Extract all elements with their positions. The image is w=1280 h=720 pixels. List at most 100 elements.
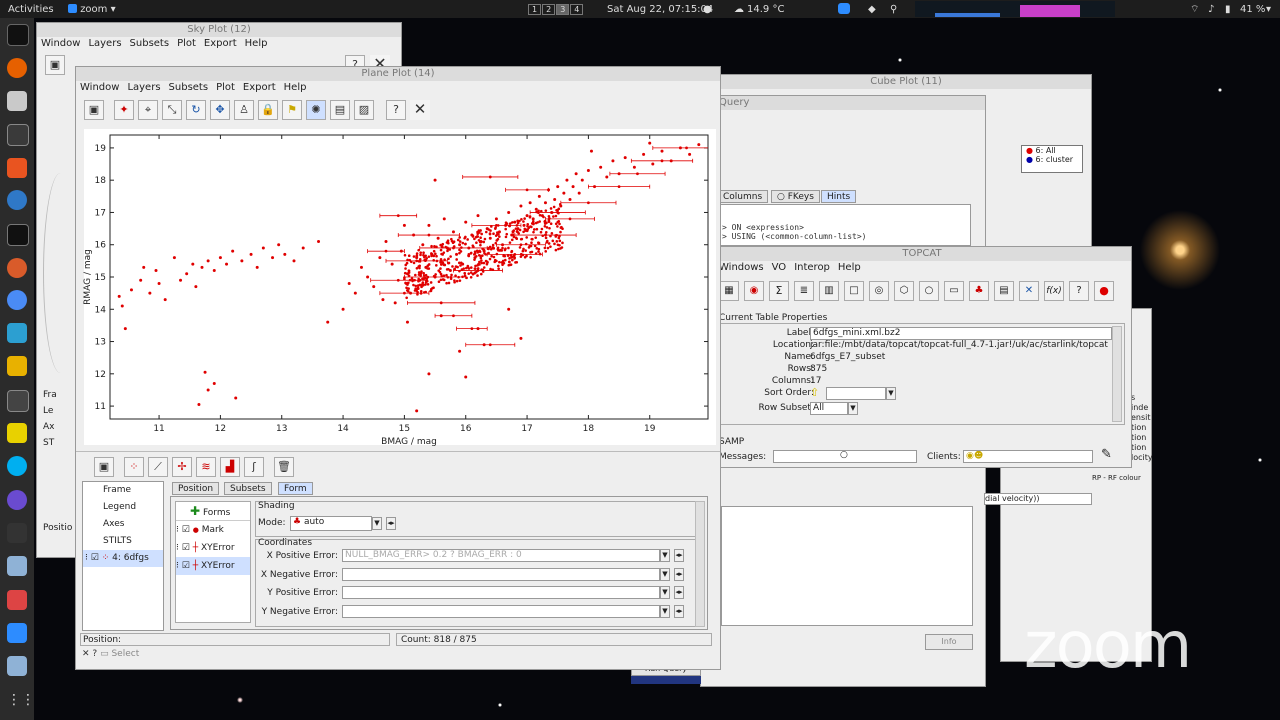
app-menu[interactable]: zoom ▾ (68, 4, 116, 15)
histogram-plot-icon[interactable]: ▥ (819, 281, 839, 301)
add-line-layer-icon[interactable]: ⟋ (148, 457, 168, 477)
sky-plot-icon[interactable]: ◎ (869, 281, 889, 301)
add-histogram-icon[interactable]: ▟ (220, 457, 240, 477)
java-icon[interactable] (7, 590, 27, 610)
network-icon[interactable] (7, 323, 27, 343)
crossmatch-icon[interactable]: ✕ (1019, 281, 1039, 301)
messages-field[interactable]: ○ (773, 450, 917, 463)
x-neg-dropdown-icon[interactable]: ▼ (660, 568, 670, 581)
select-label[interactable]: Select (111, 649, 139, 659)
menu-windows[interactable]: Windows (719, 261, 764, 275)
menu-interop[interactable]: Interop (794, 261, 830, 275)
stop-icon[interactable]: ● (1094, 281, 1114, 301)
axis-lock-icon[interactable]: ♙ (234, 100, 254, 120)
clients-field[interactable]: ◉☻ (963, 450, 1093, 463)
export-icon[interactable]: ▤ (330, 100, 350, 120)
wifi-icon[interactable]: ⌔ (1190, 3, 1199, 16)
mode-stepper-icon[interactable]: ◂▸ (386, 517, 396, 530)
sky-control-legend[interactable]: Le (43, 403, 73, 419)
control-layer-6dfgs[interactable]: ⁝ ☑ ⁘ 4: 6dfgs (83, 550, 163, 567)
plane-plot-icon[interactable]: □ (844, 281, 864, 301)
sphere-plot-icon[interactable]: ○ (919, 281, 939, 301)
sky-menu-layers[interactable]: Layers (88, 37, 121, 51)
sky-menu-export[interactable]: Export (204, 37, 237, 51)
clear-icon[interactable]: ✕ (82, 649, 90, 659)
text-app-icon[interactable] (7, 523, 27, 543)
sort-column-select[interactable] (826, 387, 886, 400)
terminal-app-icon[interactable] (7, 24, 29, 46)
form-checkbox-icon[interactable]: ☑ (182, 561, 190, 571)
tab-hints[interactable]: Hints (821, 190, 857, 203)
workspace-2[interactable]: 2 (542, 3, 556, 15)
forms-button[interactable]: ✚ Forms (176, 502, 250, 521)
lock-icon[interactable]: 🔒 (258, 100, 278, 120)
folder-icon[interactable] (7, 356, 27, 376)
workspace-4[interactable]: 4 (570, 3, 584, 15)
skype-icon[interactable] (7, 456, 27, 476)
form-layer-xyerror-2[interactable]: ⁝ ☑ ┼ XYError (176, 557, 250, 575)
form-checkbox-icon[interactable]: ☑ (182, 525, 190, 535)
sky-menu-plot[interactable]: Plot (177, 37, 196, 51)
navigate-icon[interactable]: ✥ (210, 100, 230, 120)
time-plot-icon[interactable]: ▭ (944, 281, 964, 301)
cube-plot-icon[interactable]: ⬡ (894, 281, 914, 301)
mode-dropdown-chevron-icon[interactable]: ▼ (372, 517, 382, 530)
close-icon[interactable]: ✕ (410, 100, 430, 120)
velocity-field[interactable]: dial velocity)) (984, 493, 1092, 505)
sky-control-frame[interactable]: Fra (43, 387, 73, 403)
splitter[interactable] (76, 451, 720, 452)
menu-layers[interactable]: Layers (127, 81, 160, 95)
writer-icon[interactable] (7, 656, 27, 676)
clock[interactable]: Sat Aug 22, 07:15:04 (607, 4, 713, 15)
add-area-layer-icon[interactable]: ≋ (196, 457, 216, 477)
workspace-1[interactable]: 1 (528, 3, 542, 15)
concat-icon[interactable]: ▤ (994, 281, 1014, 301)
column-info-icon[interactable]: ≣ (794, 281, 814, 301)
workspace-switcher[interactable]: 1 2 3 4 (528, 3, 584, 15)
zoom-tray-icon[interactable] (838, 3, 850, 14)
usb-icon[interactable]: ⚲ (890, 4, 897, 15)
match-icon[interactable]: ♣ (969, 281, 989, 301)
control-stilts[interactable]: STILTS (83, 533, 163, 550)
tab-columns[interactable]: Columns (717, 190, 769, 203)
layer-window-icon[interactable]: ▣ (94, 457, 114, 477)
space-icon[interactable] (7, 490, 27, 510)
window-icon[interactable]: ▣ (84, 100, 104, 120)
dropbox-icon[interactable]: ◆ (868, 4, 876, 15)
notes-icon[interactable] (7, 124, 29, 146)
app-grid-icon[interactable]: ⋮⋮ (7, 690, 35, 710)
sky-window-icon[interactable]: ▣ (45, 55, 65, 75)
software-center-icon[interactable] (7, 158, 27, 178)
rescale-icon[interactable]: ⌖ (138, 100, 158, 120)
tab-form[interactable]: Form (278, 482, 313, 495)
tab-position[interactable]: Position (172, 482, 220, 495)
drag-handle-icon[interactable]: ⁝ (176, 561, 179, 571)
mode-select[interactable]: ♣ auto (290, 516, 372, 531)
tab-subsets[interactable]: Subsets (224, 482, 272, 495)
menu-window[interactable]: Window (80, 81, 119, 95)
sky-control-stilts[interactable]: ST (43, 435, 73, 451)
sort-dropdown-chevron-icon[interactable]: ▼ (886, 387, 896, 400)
subset-dropdown-chevron-icon[interactable]: ▼ (848, 402, 858, 415)
form-scrollbar[interactable] (695, 501, 705, 627)
y-positive-error-field[interactable] (342, 586, 660, 599)
battery-text[interactable]: 41 % (1240, 4, 1265, 15)
add-mark-layer-icon[interactable]: ⁘ (124, 457, 144, 477)
chrome-icon[interactable] (7, 290, 27, 310)
y-pos-stepper-icon[interactable]: ◂▸ (674, 586, 684, 599)
console-icon[interactable] (7, 224, 29, 246)
subset-lock-icon[interactable]: ⚑ (282, 100, 302, 120)
menu-export[interactable]: Export (243, 81, 276, 95)
table-list-icon[interactable]: ▦ (719, 281, 739, 301)
resize-icon[interactable]: ⤡ (162, 100, 182, 120)
drag-handle-icon[interactable]: ⁝ (176, 543, 179, 553)
layer-checkbox-icon[interactable]: ☑ (91, 553, 99, 563)
x-pos-dropdown-icon[interactable]: ▼ (660, 549, 670, 562)
workspace-3[interactable]: 3 (556, 3, 570, 15)
scatter-plot[interactable]: 11 12 13 14 15 16 17 18 19 11 12 13 14 15 16 17 18 19 BMAG… (76, 129, 720, 449)
query-text-area[interactable] (721, 506, 973, 626)
blob-subset-icon[interactable]: ✺ (306, 100, 326, 120)
firefox-icon[interactable] (7, 58, 27, 78)
drag-handle-icon[interactable]: ⁝ (176, 525, 179, 535)
menu-help[interactable]: Help (284, 81, 307, 95)
